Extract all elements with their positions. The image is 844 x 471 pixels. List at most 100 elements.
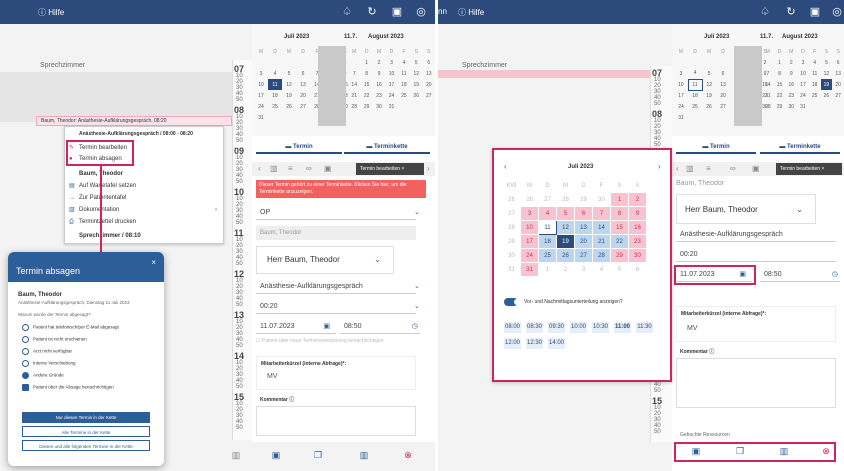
- notify-checkbox[interactable]: ☐ Patient über neue Terminvereinbarung b…: [256, 338, 384, 344]
- list-icon[interactable]: ≡: [706, 164, 711, 173]
- calendar-day[interactable]: 13: [832, 68, 844, 79]
- calendar-day[interactable]: 3: [254, 68, 268, 79]
- option-no-show[interactable]: Patient ist nicht erschienen: [22, 336, 87, 343]
- calendar-day[interactable]: 9: [785, 68, 797, 79]
- calendar-day[interactable]: 13: [423, 68, 435, 79]
- calendar-day[interactable]: 19: [702, 90, 716, 101]
- bell-icon[interactable]: ♤: [340, 5, 354, 18]
- time-slot[interactable]: 08:30: [526, 322, 543, 333]
- trash-icon[interactable]: ▥: [776, 446, 792, 457]
- picker-day[interactable]: 3: [520, 206, 539, 221]
- this-and-following-button[interactable]: Diesen und alle folgenden Termine in der…: [22, 440, 150, 451]
- bell-icon[interactable]: ♤: [758, 5, 772, 18]
- picker-day[interactable]: 9: [628, 206, 647, 221]
- tab-terminkette[interactable]: ▬ Terminkette: [344, 140, 430, 154]
- calendar-day[interactable]: 25: [398, 90, 410, 101]
- calendar-day[interactable]: 31: [797, 101, 809, 112]
- calendar-day[interactable]: 20: [716, 90, 730, 101]
- picker-month[interactable]: Juli 2023: [568, 164, 593, 170]
- picker-day[interactable]: 1: [610, 192, 629, 207]
- tab-terminkette[interactable]: ▬ Terminkette: [760, 140, 840, 154]
- picker-day[interactable]: 26: [520, 192, 539, 207]
- calendar-day[interactable]: 19: [282, 90, 296, 101]
- staff-field[interactable]: Mitarbeiterkürzel (interne Abfrage)*: MV: [256, 356, 416, 390]
- calendar-day[interactable]: 31: [674, 112, 688, 123]
- time-slot[interactable]: 10:30: [592, 322, 609, 333]
- picker-day[interactable]: 31: [520, 262, 539, 277]
- option-doctor-unavailable[interactable]: Arzt nicht verfügbar: [22, 348, 72, 355]
- calendar-day[interactable]: 4: [268, 68, 282, 79]
- calendar-day[interactable]: 30: [785, 101, 797, 112]
- calendar-day[interactable]: 6: [296, 68, 310, 79]
- month1-title[interactable]: Juli 2023: [284, 34, 309, 40]
- calendar-day[interactable]: 19: [410, 79, 422, 90]
- reason-select[interactable]: Anästhesie-Aufklärungsgespräch: [256, 280, 416, 294]
- calendar-day[interactable]: 21: [762, 90, 774, 101]
- picker-day[interactable]: 6: [574, 206, 593, 221]
- tab-edit-appointment[interactable]: Termin bearbeiten ×: [356, 163, 424, 175]
- reason-select[interactable]: Anästhesie-Aufklärungsgespräch: [676, 228, 836, 242]
- comment-textarea[interactable]: [676, 358, 836, 408]
- cancel-icon[interactable]: ⊗: [400, 450, 416, 461]
- calendar-day[interactable]: 27: [832, 90, 844, 101]
- calendar-day[interactable]: 19: [820, 79, 833, 90]
- calendar-day[interactable]: 5: [702, 68, 716, 79]
- calendar-day[interactable]: 1: [360, 57, 372, 68]
- calendar-day[interactable]: 10: [674, 79, 688, 90]
- close-icon[interactable]: ×: [821, 166, 824, 172]
- calendar-day[interactable]: 18: [268, 90, 282, 101]
- date-field[interactable]: 11.07.2023 ▣: [256, 320, 336, 334]
- time-slot[interactable]: 14:00: [548, 338, 565, 349]
- calendar-day[interactable]: 18: [688, 90, 702, 101]
- picker-day[interactable]: 23: [628, 234, 647, 249]
- picker-day[interactable]: 18: [538, 234, 557, 249]
- list-icon[interactable]: ≡: [288, 164, 293, 173]
- calendar-day[interactable]: 11: [809, 68, 821, 79]
- calendar-day[interactable]: 6: [716, 68, 730, 79]
- calendar-day[interactable]: 1: [774, 57, 786, 68]
- appointment-block[interactable]: Baum, Theodor: Anästhesie-Aufklärungsges…: [36, 116, 232, 126]
- picker-day[interactable]: 7: [592, 206, 611, 221]
- month2-title[interactable]: August 2023: [782, 34, 818, 40]
- calendar-day[interactable]: 12: [702, 79, 716, 90]
- month2-title[interactable]: August 2023: [368, 34, 404, 40]
- staff-field[interactable]: Mitarbeiterkürzel (interne Abfrage)*: MV: [676, 306, 836, 342]
- calendar-day[interactable]: 24: [385, 90, 397, 101]
- picker-day[interactable]: 26: [556, 248, 575, 263]
- calendar-day[interactable]: 27: [716, 101, 730, 112]
- calendar-day[interactable]: 17: [797, 79, 809, 90]
- picker-day[interactable]: 15: [610, 220, 629, 235]
- tab-termin[interactable]: ▬ Termin: [256, 140, 342, 154]
- calendar-day[interactable]: 23: [785, 90, 797, 101]
- chevron-right-icon[interactable]: ›: [427, 164, 430, 173]
- option-internal[interactable]: Interne Verschiebung: [22, 360, 76, 367]
- calendar-day[interactable]: 2: [373, 57, 385, 68]
- picker-day[interactable]: 20: [574, 234, 593, 249]
- calendar-day[interactable]: 12: [821, 68, 833, 79]
- menu-patient[interactable]: Baum, Theodor: [65, 169, 223, 179]
- duration-select[interactable]: 00:20: [676, 248, 836, 262]
- calendar-day[interactable]: 29: [774, 101, 786, 112]
- picker-day[interactable]: 11: [538, 220, 557, 235]
- month1-title[interactable]: Juli 2023: [704, 34, 729, 40]
- calendar-day[interactable]: 28: [348, 101, 360, 112]
- calendar-day[interactable]: 13: [296, 79, 310, 90]
- time-slot[interactable]: 12:00: [504, 338, 521, 349]
- picker-day[interactable]: 29: [574, 192, 593, 207]
- calendar-day[interactable]: 17: [674, 90, 688, 101]
- time-field[interactable]: 08:50 ◷: [760, 268, 840, 282]
- picker-day[interactable]: 22: [610, 234, 629, 249]
- picker-day[interactable]: 28: [556, 192, 575, 207]
- picker-day[interactable]: 16: [628, 220, 647, 235]
- calendar-day[interactable]: 21: [348, 90, 360, 101]
- picker-day[interactable]: 8: [610, 206, 629, 221]
- calendar-day[interactable]: 24: [797, 90, 809, 101]
- prev-month-icon[interactable]: ‹: [504, 162, 507, 171]
- trash-icon[interactable]: ▥: [270, 164, 278, 173]
- calendar-day[interactable]: 18: [809, 79, 821, 90]
- calendar-day[interactable]: 6: [832, 57, 844, 68]
- picker-day[interactable]: 25: [538, 248, 557, 263]
- time-slot[interactable]: 08:00: [504, 322, 521, 333]
- copy-icon[interactable]: ❐: [732, 446, 748, 457]
- calendar-day[interactable]: 5: [282, 68, 296, 79]
